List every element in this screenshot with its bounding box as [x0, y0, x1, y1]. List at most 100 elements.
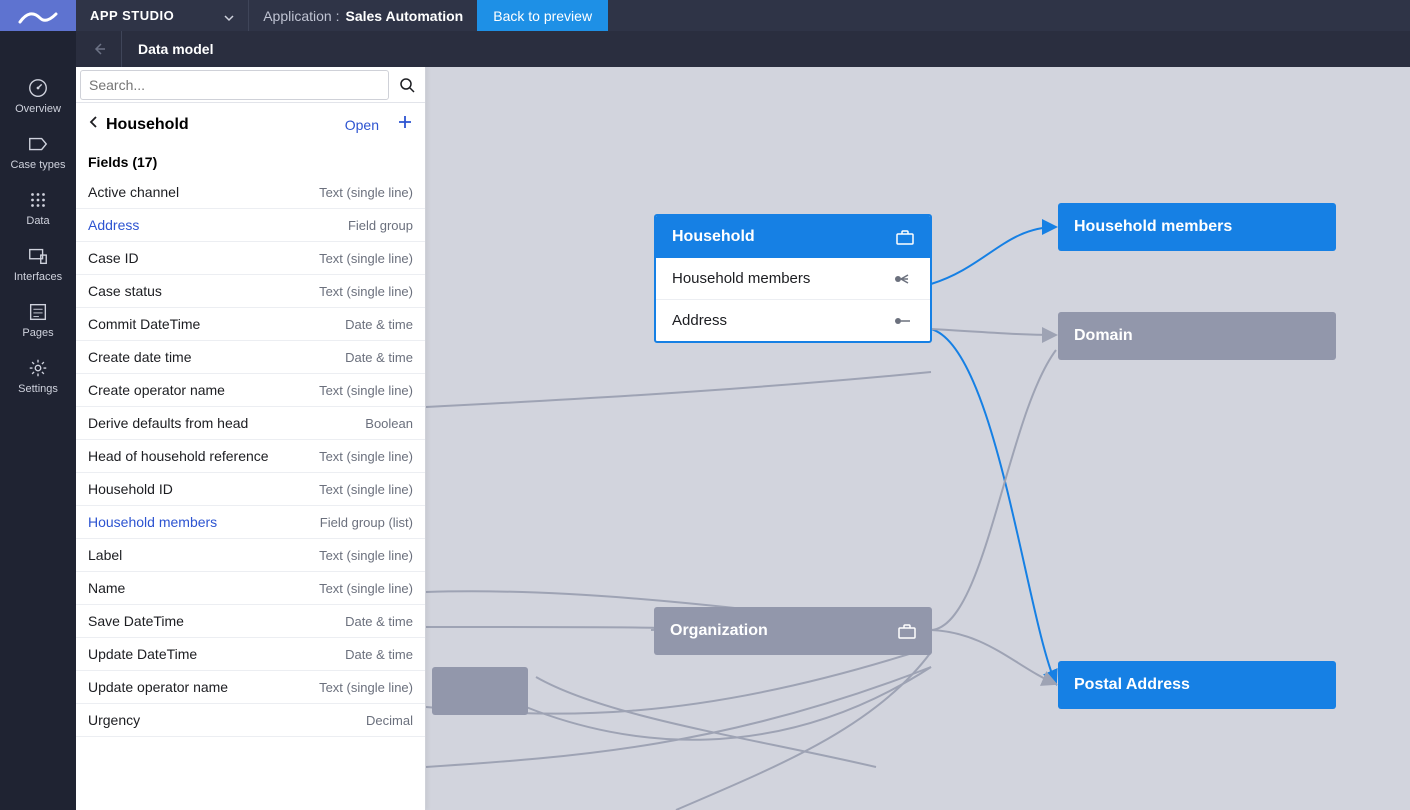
field-type: Text (single line) — [319, 284, 413, 299]
briefcase-icon — [896, 229, 914, 245]
household-row-address[interactable]: Address — [656, 300, 930, 341]
node-household-members[interactable]: Household members — [1058, 203, 1336, 251]
field-name: Update DateTime — [88, 646, 197, 662]
add-field-button[interactable] — [397, 113, 413, 136]
node-postal-address[interactable]: Postal Address — [1058, 661, 1336, 709]
search-row — [76, 67, 425, 103]
field-type: Date & time — [345, 317, 413, 332]
field-type: Text (single line) — [319, 482, 413, 497]
sidebar-item-overview[interactable]: Overview — [0, 67, 76, 123]
sidebar-item-interfaces[interactable]: Interfaces — [0, 235, 76, 291]
chevron-left-icon — [88, 115, 98, 129]
household-row-members[interactable]: Household members — [656, 258, 930, 300]
search-icon — [399, 77, 415, 93]
field-name: Active channel — [88, 184, 179, 200]
field-row[interactable]: Active channel Text (single line) — [76, 176, 425, 209]
field-name: Household members — [88, 514, 217, 530]
panel-header: Household Open — [76, 103, 425, 146]
fields-header: Fields (17) — [76, 146, 425, 176]
field-name: Case ID — [88, 250, 139, 266]
field-type: Decimal — [366, 713, 413, 728]
field-row[interactable]: Household ID Text (single line) — [76, 473, 425, 506]
field-row[interactable]: Save DateTime Date & time — [76, 605, 425, 638]
grid-icon — [27, 189, 49, 211]
household-card-header: Household — [656, 216, 930, 258]
field-row[interactable]: Create date time Date & time — [76, 341, 425, 374]
panel-back-button[interactable] — [88, 115, 98, 134]
search-input[interactable] — [80, 70, 389, 100]
field-name: Create date time — [88, 349, 192, 365]
panel-title: Household — [106, 116, 337, 134]
fields-list: Active channel Text (single line) AddressF… — [76, 176, 425, 810]
field-type: Text (single line) — [319, 251, 413, 266]
field-name: Name — [88, 580, 125, 596]
field-name: Update operator name — [88, 679, 228, 695]
field-type: Date & time — [345, 614, 413, 629]
field-row[interactable]: Update DateTime Date & time — [76, 638, 425, 671]
node-partial-left[interactable] — [432, 667, 528, 715]
field-row[interactable]: Case status Text (single line) — [76, 275, 425, 308]
field-type: Field group (list) — [320, 515, 413, 530]
open-link[interactable]: Open — [345, 117, 379, 133]
field-name: Commit DateTime — [88, 316, 200, 332]
devices-icon — [27, 245, 49, 267]
field-name: Urgency — [88, 712, 140, 728]
sidebar-item-data[interactable]: Data — [0, 179, 76, 235]
field-type: Text (single line) — [319, 581, 413, 596]
page-icon — [27, 301, 49, 323]
field-row[interactable]: Label Text (single line) — [76, 539, 425, 572]
household-card[interactable]: Household Household members Address — [654, 214, 932, 343]
breadcrumb-bar: Data model — [0, 31, 1410, 67]
field-type: Text (single line) — [319, 680, 413, 695]
app-title-text: APP STUDIO — [90, 8, 174, 23]
field-row[interactable]: Urgency Decimal — [76, 704, 425, 737]
sidebar-item-pages[interactable]: Pages — [0, 291, 76, 347]
many-relation-icon — [894, 272, 914, 286]
field-name: Save DateTime — [88, 613, 184, 629]
gear-icon — [27, 357, 49, 379]
field-row[interactable]: Create operator name Text (single line) — [76, 374, 425, 407]
field-type: Text (single line) — [319, 185, 413, 200]
field-row[interactable]: Name Text (single line) — [76, 572, 425, 605]
one-relation-icon — [894, 314, 914, 328]
top-bar: APP STUDIO Application : Sales Automatio… — [0, 0, 1410, 31]
field-type: Text (single line) — [319, 383, 413, 398]
gauge-icon — [27, 77, 49, 99]
field-type: Text (single line) — [319, 548, 413, 563]
field-row[interactable]: AddressField group — [76, 209, 425, 242]
chevron-down-icon — [224, 11, 234, 21]
field-name: Head of household reference — [88, 448, 269, 464]
briefcase-icon — [898, 623, 916, 639]
field-name: Case status — [88, 283, 162, 299]
breadcrumb-back-button[interactable] — [76, 31, 122, 67]
field-row[interactable]: Update operator name Text (single line) — [76, 671, 425, 704]
field-type: Boolean — [365, 416, 413, 431]
field-row[interactable]: Derive defaults from head Boolean — [76, 407, 425, 440]
logo — [0, 0, 76, 31]
field-type: Date & time — [345, 647, 413, 662]
field-type: Date & time — [345, 350, 413, 365]
sidebar-item-case-types[interactable]: Case types — [0, 123, 76, 179]
node-organization[interactable]: Organization — [654, 607, 932, 655]
node-domain[interactable]: Domain — [1058, 312, 1336, 360]
field-name: Label — [88, 547, 122, 563]
field-name: Create operator name — [88, 382, 225, 398]
arrow-left-icon — [92, 42, 106, 56]
field-name: Derive defaults from head — [88, 415, 248, 431]
field-row[interactable]: Case ID Text (single line) — [76, 242, 425, 275]
sidebar-item-settings[interactable]: Settings — [0, 347, 76, 403]
data-model-canvas[interactable]: Household Household members Address Hous… — [426, 67, 1410, 810]
field-row[interactable]: Commit DateTime Date & time — [76, 308, 425, 341]
field-name: Household ID — [88, 481, 173, 497]
field-row[interactable]: Household members Field group (list) — [76, 506, 425, 539]
search-button[interactable] — [389, 77, 425, 93]
application-label: Application : Sales Automation — [248, 0, 477, 31]
field-row[interactable]: Head of household reference Text (single … — [76, 440, 425, 473]
application-prefix: Application : — [263, 8, 339, 24]
tag-icon — [27, 133, 49, 155]
breadcrumb-title: Data model — [122, 41, 229, 57]
back-to-preview-button[interactable]: Back to preview — [477, 0, 608, 31]
field-type: Text (single line) — [319, 449, 413, 464]
entity-panel: Household Open Fields (17) Active channe… — [76, 67, 426, 810]
app-title[interactable]: APP STUDIO — [76, 8, 248, 23]
